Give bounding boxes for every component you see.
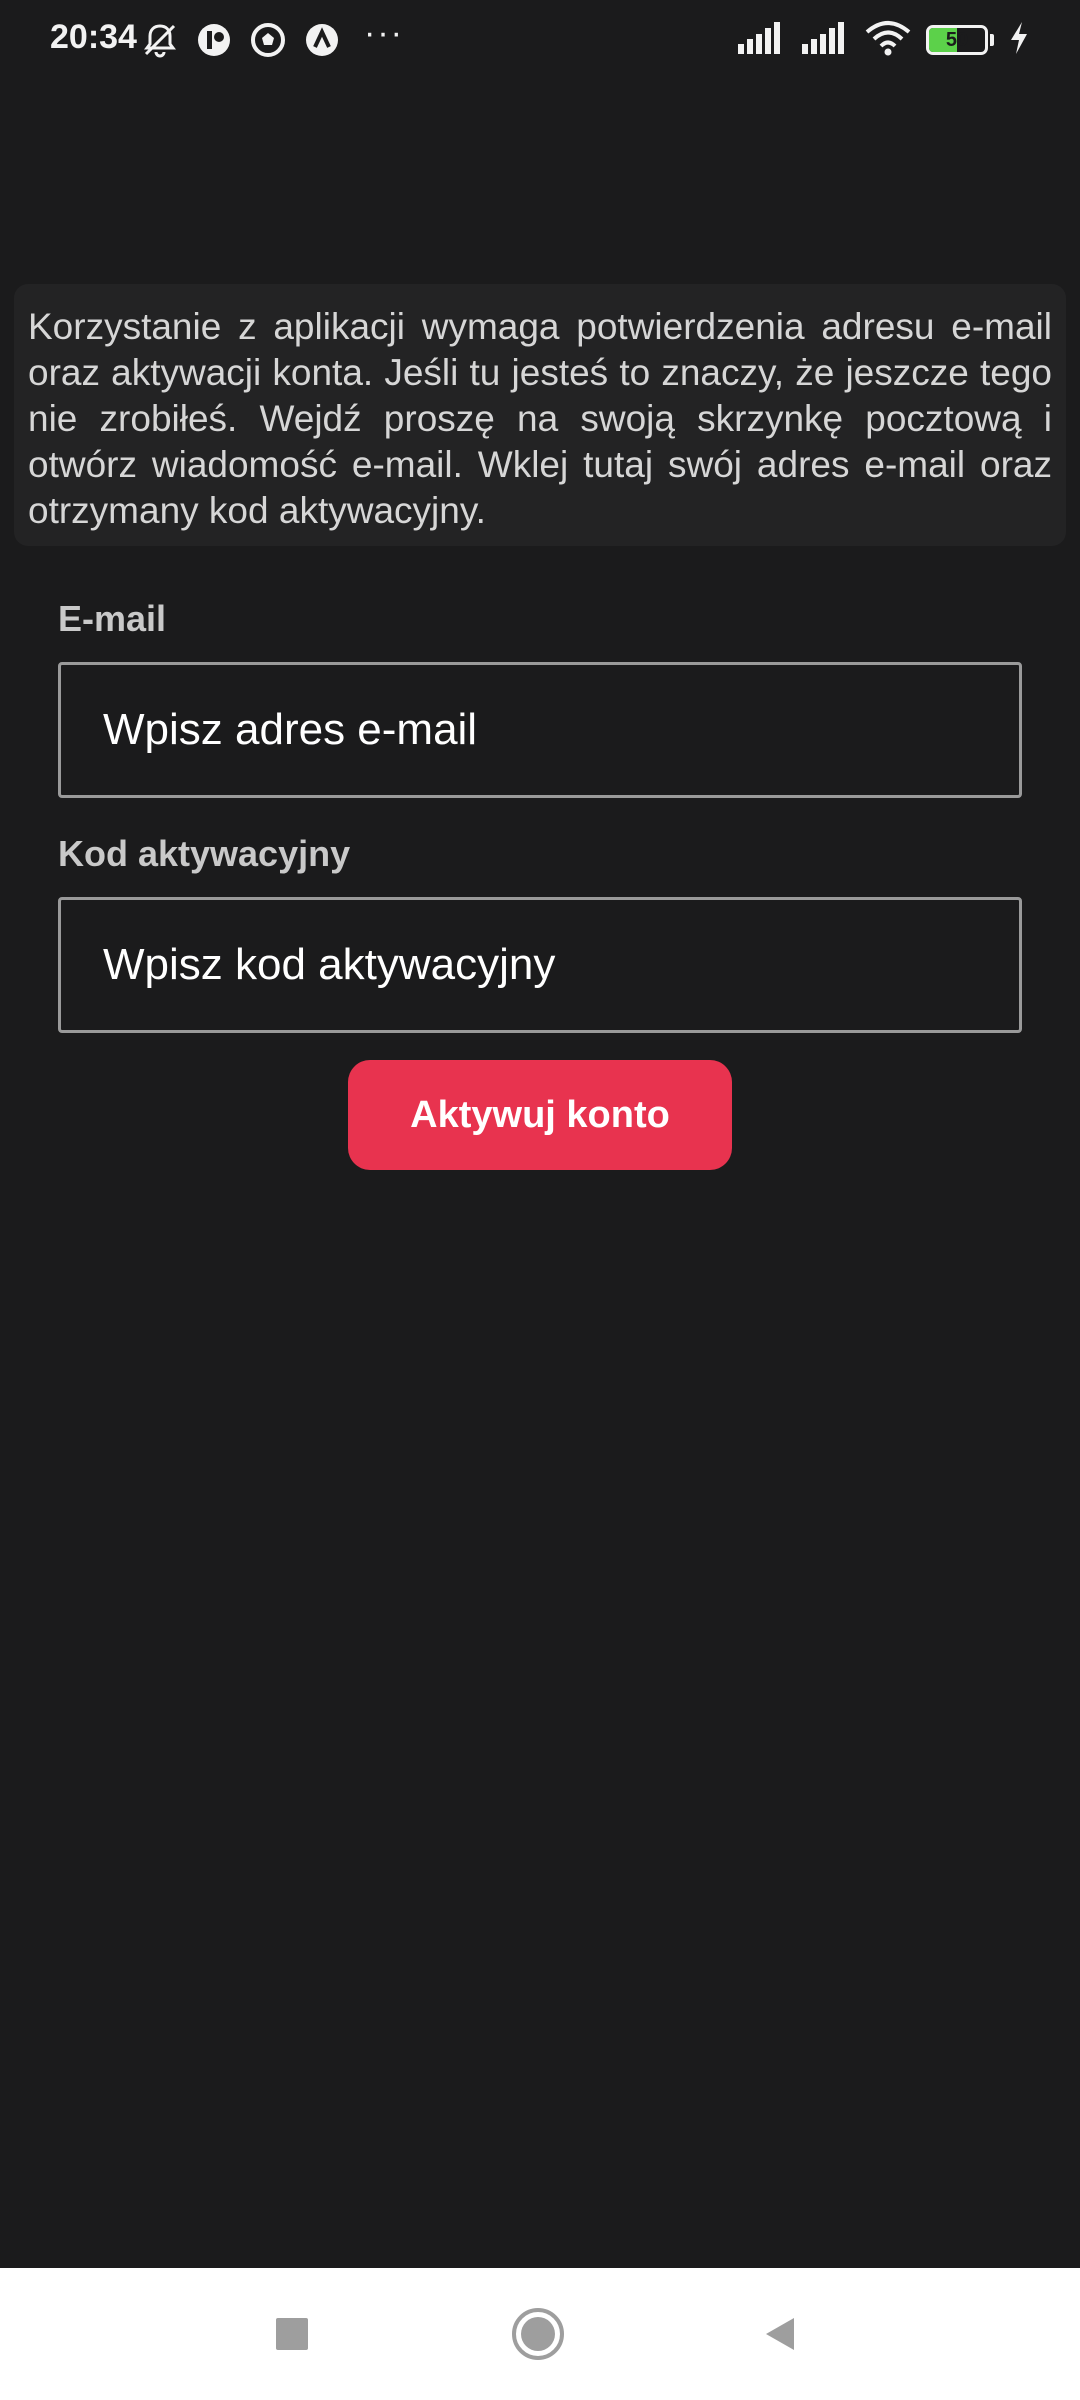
info-box: Korzystanie z aplikacji wymaga potwierdz… xyxy=(14,284,1066,546)
system-icons: 50 xyxy=(736,18,1030,62)
assistant-icon xyxy=(302,20,342,60)
signal-icon xyxy=(736,20,786,61)
activation-code-field[interactable] xyxy=(58,897,1022,1033)
info-text: Korzystanie z aplikacji wymaga potwierdz… xyxy=(28,306,1052,531)
signal-icon xyxy=(800,20,850,61)
navigation-bar xyxy=(0,2268,1080,2400)
notification-icons: ··· xyxy=(140,14,404,62)
mute-bell-icon xyxy=(140,20,180,60)
activation-code-label: Kod aktywacyjny xyxy=(58,833,351,874)
email-label: E-mail xyxy=(58,598,167,639)
battery-level: 50 xyxy=(945,29,969,51)
status-bar: 20:34 ··· 50 xyxy=(0,0,1080,80)
back-triangle-icon[interactable] xyxy=(750,2304,810,2364)
battery-body: 50 xyxy=(926,25,988,55)
recents-square-icon[interactable] xyxy=(262,2304,322,2364)
home-circle-icon[interactable] xyxy=(508,2304,568,2364)
football-app-icon xyxy=(248,20,288,60)
status-time: 20:34 xyxy=(50,18,137,56)
email-field[interactable] xyxy=(58,662,1022,798)
charging-icon xyxy=(1008,20,1030,61)
more-dots-icon: ··· xyxy=(364,13,404,52)
battery-cap xyxy=(990,34,994,46)
app-notification-icon xyxy=(194,20,234,60)
wifi-icon xyxy=(864,20,912,61)
activate-account-button[interactable]: Aktywuj konto xyxy=(348,1060,732,1170)
battery-icon: 50 xyxy=(926,25,994,55)
